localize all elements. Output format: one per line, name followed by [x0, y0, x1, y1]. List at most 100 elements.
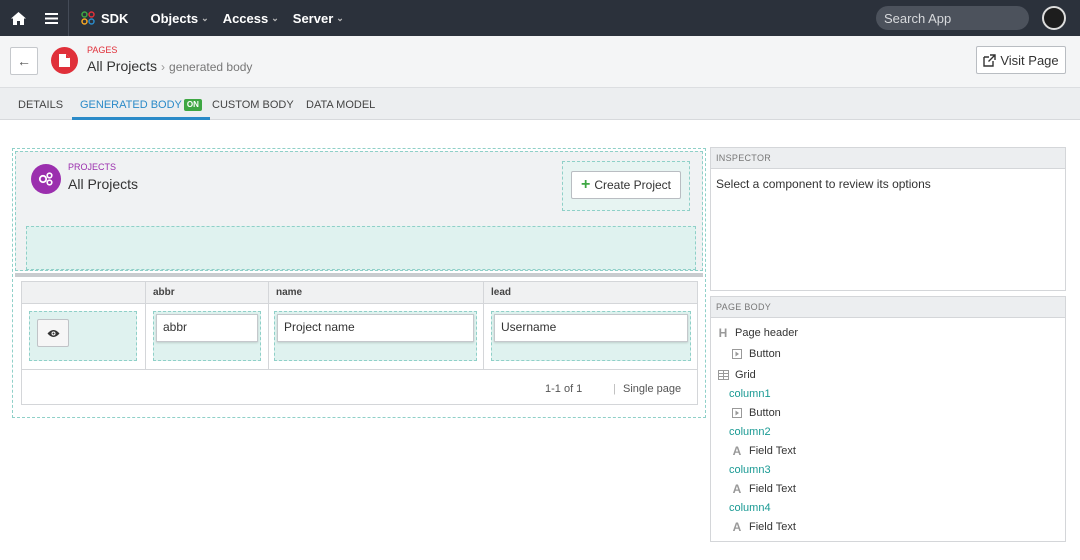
single-page-toggle[interactable]: Single page	[623, 383, 681, 395]
tree-item-field-text[interactable]: A Field Text	[731, 481, 796, 497]
tree-item-column4[interactable]: column4	[729, 500, 771, 516]
tab-label: GENERATED BODY	[80, 99, 182, 111]
name-cell: Project name	[268, 304, 483, 370]
tree-item-column2[interactable]: column2	[729, 424, 771, 440]
lead-cell: Username	[483, 304, 697, 370]
column-header-lead[interactable]: lead	[483, 282, 697, 304]
page-type-label: PAGES	[87, 45, 118, 55]
menu-icon[interactable]	[36, 0, 66, 36]
on-badge: ON	[183, 99, 202, 111]
tab-bar: DETAILS GENERATED BODY ON CUSTOM BODY DAT…	[0, 88, 1080, 120]
section-divider	[15, 273, 703, 277]
pager-status: 1-1 of 1	[545, 383, 583, 395]
tab-label: DETAILS	[18, 99, 64, 111]
avatar[interactable]	[1042, 6, 1066, 30]
grid-icon	[717, 369, 729, 381]
create-project-label: Create Project	[594, 178, 672, 192]
tree-item-button[interactable]: Button	[731, 346, 781, 362]
grid-component[interactable]: abbr name lead abbr Project name Usernam…	[21, 281, 698, 405]
access-menu[interactable]: Access ⌄	[223, 11, 279, 26]
visit-page-button[interactable]: Visit Page	[976, 46, 1066, 74]
text-icon: A	[732, 444, 742, 458]
button-dropzone[interactable]: + Create Project	[562, 161, 690, 211]
tree-item-label: column4	[729, 502, 771, 514]
server-menu[interactable]: Server ⌄	[293, 11, 344, 26]
tab-data-model[interactable]: DATA MODEL	[306, 88, 375, 120]
cell-dropzone[interactable]: abbr	[153, 311, 261, 361]
tree-item-label: column2	[729, 426, 771, 438]
column-header-name[interactable]: name	[268, 282, 483, 304]
tree-item-label: Field Text	[749, 521, 796, 533]
cell-dropzone[interactable]: Username	[491, 311, 691, 361]
abbr-cell: abbr	[145, 304, 268, 370]
arrow-left-icon: ←	[17, 53, 31, 69]
objects-menu[interactable]: Objects ⌄	[150, 11, 208, 26]
tree-item-column1[interactable]: column1	[729, 386, 771, 402]
tab-custom-body[interactable]: CUSTOM BODY	[212, 88, 294, 120]
home-icon[interactable]	[0, 0, 36, 36]
tree-item-grid[interactable]: Grid	[717, 367, 756, 383]
sdk-icon	[81, 11, 95, 25]
eye-icon	[47, 329, 59, 337]
text-icon: A	[732, 482, 742, 496]
page-title-text: All Projects	[87, 58, 158, 74]
projects-icon	[31, 164, 61, 194]
tree-item-label: Button	[749, 407, 781, 419]
tree-item-page-header[interactable]: H Page header	[717, 325, 798, 341]
text-icon: A	[732, 520, 742, 534]
objects-label: Objects	[150, 10, 199, 26]
projects-title: All Projects	[68, 176, 139, 192]
cell-dropzone[interactable]	[29, 311, 137, 361]
tree-item-label: Grid	[735, 369, 756, 381]
chevron-down-icon: ⌄	[271, 12, 279, 23]
tree-item-label: column3	[729, 464, 771, 476]
tab-details[interactable]: DETAILS	[18, 88, 63, 120]
tab-label: CUSTOM BODY	[212, 99, 294, 111]
tree-item-label: Button	[749, 348, 781, 360]
table-row: abbr Project name Username	[22, 304, 697, 370]
search-input[interactable]: Search App	[876, 6, 1029, 30]
tree-item-label: Field Text	[749, 483, 796, 495]
tree-item-field-text[interactable]: A Field Text	[731, 443, 796, 459]
cell-dropzone[interactable]: Project name	[274, 311, 477, 361]
visit-page-label: Visit Page	[1000, 52, 1059, 68]
grid-footer: 1-1 of 1 | Single page	[22, 371, 697, 405]
view-button[interactable]	[37, 319, 69, 347]
page-title: All Projects › generated body	[87, 58, 252, 74]
nav-divider	[68, 0, 69, 36]
chevron-right-icon: ›	[161, 60, 166, 74]
username-field[interactable]: Username	[494, 314, 688, 342]
grid-header-row: abbr name lead	[22, 282, 697, 304]
page-canvas[interactable]: PROJECTS All Projects + Create Project a…	[12, 148, 706, 418]
column-header-abbr[interactable]: abbr	[145, 282, 268, 304]
header-dropzone[interactable]	[26, 226, 696, 270]
plus-icon: +	[580, 176, 591, 193]
tree-item-button[interactable]: Button	[731, 405, 781, 421]
pager-separator: |	[613, 383, 616, 395]
page-body-title: PAGE BODY	[711, 297, 1065, 318]
button-icon	[731, 348, 743, 360]
external-link-icon	[983, 53, 997, 67]
tab-generated-body[interactable]: GENERATED BODY ON	[72, 88, 210, 120]
button-icon	[731, 407, 743, 419]
abbr-field[interactable]: abbr	[156, 314, 258, 342]
tab-label: DATA MODEL	[306, 99, 376, 111]
projects-type-label: PROJECTS	[68, 162, 117, 172]
sdk-link[interactable]: SDK	[81, 11, 128, 26]
breadcrumb: generated body	[169, 60, 253, 74]
project-name-field[interactable]: Project name	[277, 314, 474, 342]
tree-item-column3[interactable]: column3	[729, 462, 771, 478]
server-label: Server	[292, 10, 334, 26]
chevron-down-icon: ⌄	[201, 12, 209, 23]
heading-icon: H	[718, 326, 728, 340]
column-header-actions	[22, 282, 145, 304]
page-header-component[interactable]: PROJECTS All Projects + Create Project	[15, 151, 703, 271]
actions-cell	[22, 304, 145, 370]
tree-item-label: Page header	[735, 327, 798, 339]
inspector-panel: INSPECTOR Select a component to review i…	[710, 147, 1066, 291]
tree-item-field-text[interactable]: A Field Text	[731, 519, 796, 535]
page-file-icon	[51, 47, 78, 74]
create-project-button[interactable]: + Create Project	[571, 171, 681, 199]
tree-item-label: column1	[729, 388, 771, 400]
back-button[interactable]: ←	[10, 47, 38, 75]
